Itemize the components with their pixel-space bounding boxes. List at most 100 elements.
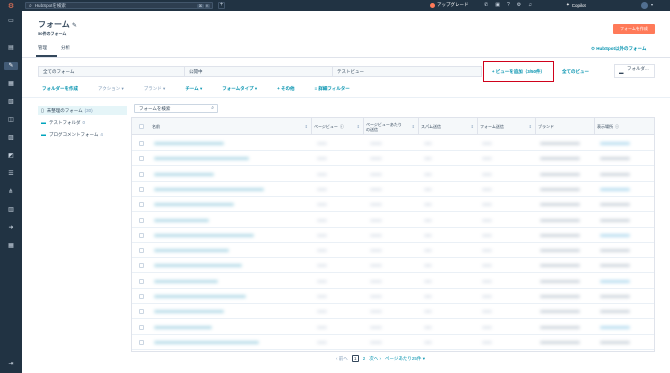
notifications-icon[interactable]: ♫ [528, 2, 532, 8]
commerce-icon[interactable]: ➜ [6, 224, 16, 232]
more-filters-button[interactable]: + その他 [277, 86, 294, 92]
settings-icon[interactable]: ⚙ [517, 2, 521, 8]
automation-icon[interactable]: ◫ [6, 116, 16, 124]
avatar[interactable] [641, 2, 648, 9]
folder-item-blog-comments[interactable]: ▬ ブログコメントフォーム 4 [38, 130, 127, 139]
contacts-icon[interactable]: ▤ [6, 44, 16, 52]
table-row[interactable] [132, 182, 654, 197]
table-row[interactable] [132, 197, 654, 213]
table-row[interactable] [132, 151, 654, 167]
table-row[interactable] [132, 304, 654, 320]
next-page-button[interactable]: 次へ › [369, 356, 381, 362]
apps-icon[interactable]: ▦ [6, 242, 16, 250]
pagination: ‹ 前へ 1 2 次へ › ページあたり25件 ▾ [336, 355, 425, 362]
folder-view-toggle[interactable]: ▬ フォルダ... [614, 64, 655, 78]
table-row[interactable] [132, 289, 654, 304]
view-tab-test-view[interactable]: テストビュー [333, 67, 481, 76]
bookmark-icon[interactable]: ▭ [6, 17, 16, 25]
action-dropdown[interactable]: アクション ▾ [98, 86, 124, 92]
workflow-icon[interactable]: ⋔ [6, 188, 16, 196]
page-2-button[interactable]: 2 [363, 356, 366, 361]
redacted-submission-rate [370, 172, 382, 176]
add-view-button[interactable]: + ビューを追加（3/50件） [483, 61, 554, 82]
create-form-button[interactable]: フォームを作成 [613, 24, 655, 34]
row-checkbox[interactable] [139, 141, 144, 146]
advanced-filters-button[interactable]: ≡ 詳細フィルター [314, 86, 349, 92]
page-1-button[interactable]: 1 [351, 355, 359, 362]
row-checkbox[interactable] [139, 232, 144, 238]
create-folder-button[interactable]: フォルダーを作成 [42, 86, 78, 92]
reporting-icon[interactable]: ▨ [6, 134, 16, 142]
column-header-brand[interactable]: ブランド [536, 118, 595, 135]
sales-icon[interactable]: ▦ [6, 80, 16, 88]
data-icon[interactable]: ◩ [6, 152, 16, 160]
copilot-button[interactable]: ✦ Copilot [566, 2, 586, 8]
marketing-icon[interactable]: ✎ [4, 62, 18, 70]
chevron-down-icon[interactable]: ▾ [651, 2, 653, 7]
redacted-submission-rate [370, 325, 382, 329]
redacted-location [600, 203, 630, 207]
next-page-label: 次へ [369, 355, 379, 361]
table-row[interactable] [132, 228, 654, 243]
team-filter[interactable]: チーム ▾ [185, 86, 202, 92]
table-row[interactable] [132, 320, 654, 335]
folder-item-unorganized[interactable]: ▯ 未整理のフォーム (30) [38, 106, 127, 115]
select-all-checkbox[interactable] [139, 124, 144, 129]
row-checkbox[interactable] [139, 186, 144, 192]
table-row[interactable] [132, 258, 654, 274]
create-new-icon[interactable]: + [218, 2, 225, 9]
global-search-input[interactable]: ⌕ HubSpotを検索 ⌘ K [25, 2, 213, 9]
edit-title-icon[interactable]: ✎ [72, 23, 77, 29]
row-checkbox[interactable] [139, 339, 144, 345]
redacted-brand [540, 340, 580, 344]
row-checkbox[interactable] [139, 248, 144, 254]
per-page-dropdown[interactable]: ページあたり25件 ▾ [385, 356, 425, 362]
row-checkbox[interactable] [139, 294, 144, 299]
column-header-submissions[interactable]: フォーム送信 ⇕ [478, 118, 536, 135]
row-checkbox[interactable] [139, 171, 144, 177]
table-row[interactable] [132, 274, 654, 289]
brand-filter[interactable]: ブランド ▾ [144, 86, 166, 92]
all-views-link[interactable]: 全てのビュー [562, 69, 589, 75]
column-header-name[interactable]: 名前 ⇕ [150, 118, 312, 135]
phone-icon[interactable]: ✆ [484, 2, 488, 8]
view-tab-all-forms[interactable]: 全てのフォーム [39, 67, 185, 76]
redacted-form-name [154, 157, 249, 161]
redacted-brand [540, 279, 580, 283]
row-checkbox[interactable] [139, 263, 144, 269]
collapse-sidebar-icon[interactable]: ⇥ [6, 360, 16, 368]
folder-item-label: ブログコメントフォーム [49, 131, 99, 137]
row-checkbox[interactable] [139, 217, 144, 223]
table-row[interactable] [132, 335, 654, 350]
tab-analyze[interactable]: 分析 [61, 45, 70, 54]
row-checkbox[interactable] [139, 278, 144, 284]
column-header-pageviews[interactable]: ページビュー ⓘ ⇕ [312, 118, 364, 135]
redacted-brand [540, 264, 580, 268]
marketplace-icon[interactable]: ▣ [495, 2, 500, 8]
help-icon[interactable]: ? [507, 2, 510, 8]
prev-page-button[interactable]: ‹ 前へ [336, 356, 348, 362]
upgrade-button[interactable]: アップグレード [430, 2, 469, 8]
table-row[interactable] [132, 136, 654, 151]
column-header-spam[interactable]: スパム送信 ⇕ [419, 118, 478, 135]
row-checkbox[interactable] [139, 156, 144, 162]
non-hubspot-forms-label: HubSpot以外のフォーム [596, 46, 647, 51]
form-type-filter[interactable]: フォームタイプ ▾ [222, 86, 257, 92]
library-icon[interactable]: ▥ [6, 206, 16, 214]
column-header-location[interactable]: 表示場所 ⓘ [595, 118, 654, 135]
database-icon[interactable]: ☰ [6, 170, 16, 178]
row-checkbox[interactable] [139, 324, 144, 330]
row-checkbox[interactable] [139, 309, 144, 315]
column-header-submissions-per-view[interactable]: ページビューあたりの送信 ⇕ [364, 118, 419, 135]
non-hubspot-forms-link[interactable]: ⚙ HubSpot以外のフォーム [591, 46, 646, 52]
hubspot-logo-icon[interactable]: ⚙ [0, 0, 22, 11]
table-row[interactable] [132, 167, 654, 182]
view-tab-published[interactable]: 公開中 [185, 67, 333, 76]
form-search-input[interactable]: フォームを検索 ⌕ [134, 104, 218, 113]
tab-manage[interactable]: 管理 [38, 45, 47, 54]
row-checkbox[interactable] [139, 202, 144, 208]
folder-item-test[interactable]: ▬ テストフォルダ 0 [38, 118, 127, 127]
service-icon[interactable]: ▧ [6, 98, 16, 106]
table-row[interactable] [132, 213, 654, 228]
table-row[interactable] [132, 243, 654, 259]
